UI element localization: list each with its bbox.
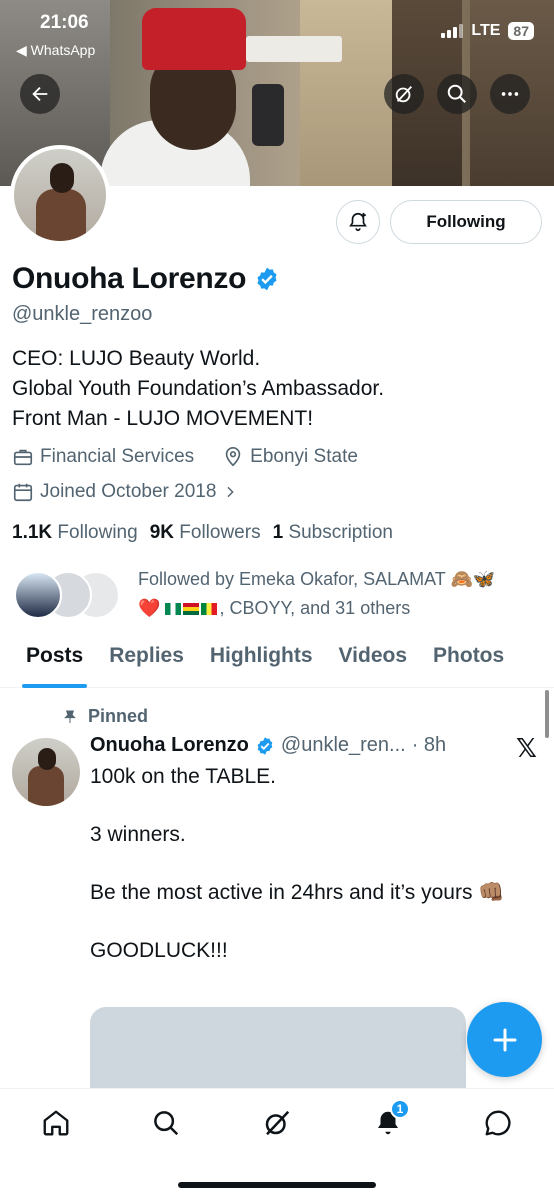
profile-avatar[interactable] [10, 145, 110, 245]
tab-posts[interactable]: Posts [21, 640, 88, 688]
avatar-head [50, 163, 74, 193]
followed-by-section[interactable]: Followed by Emeka Okafor, SALAMAT 🙈🦋 ❤️ … [12, 565, 542, 623]
profile-tabs: Posts Replies Highlights Videos Photos [0, 640, 554, 688]
profile-handle: @unkle_renzoo [12, 303, 153, 325]
pinned-label: Pinned [88, 706, 149, 726]
scrollbar[interactable] [545, 690, 549, 738]
avatar-suit [28, 766, 64, 806]
heart-icon: ❤️ [138, 598, 161, 618]
followers-label: Followers [179, 522, 261, 543]
tab-replies[interactable]: Replies [109, 640, 184, 688]
bio-line: CEO: LUJO Beauty World. [12, 347, 261, 370]
pin-icon [64, 710, 76, 723]
ghana-flag-icon [183, 603, 200, 616]
nigeria-flag-icon [165, 603, 182, 616]
avatar-suit [36, 189, 86, 241]
profile-meta-row: Financial Services Ebonyi State [12, 446, 380, 468]
post-header: Onuoha Lorenzo @unkle_ren... · 8h [90, 734, 446, 757]
grok-button[interactable] [384, 74, 424, 114]
search-icon [447, 84, 466, 103]
post-paragraph: Be the most active in 24hrs and it’s you… [90, 881, 505, 904]
x-logo-icon: 𝕏 [516, 734, 537, 764]
followed-by-text: Followed by Emeka Okafor, SALAMAT 🙈🦋 ❤️ … [138, 565, 548, 623]
status-bar: 21:06 ◀ WhatsApp LTE 87 [0, 0, 554, 60]
search-button[interactable] [437, 74, 477, 114]
post-body[interactable]: 100k on the TABLE. 3 winners. Be the mos… [90, 762, 530, 994]
verified-badge-icon[interactable] [254, 266, 280, 292]
following-button[interactable]: Following [390, 200, 542, 244]
nav-grok[interactable] [257, 1103, 297, 1143]
nav-search[interactable] [146, 1103, 186, 1143]
briefcase-icon [13, 449, 33, 466]
post-paragraph: 3 winners. [90, 823, 186, 846]
followed-by-line-1: Followed by Emeka Okafor, SALAMAT 🙈🦋 [138, 569, 496, 589]
verified-badge-icon [257, 736, 273, 755]
network-label: LTE [471, 22, 501, 39]
tab-videos[interactable]: Videos [339, 640, 407, 688]
pinned-indicator: Pinned [62, 706, 148, 727]
calendar-icon [13, 483, 33, 502]
profile-category-label: Financial Services [40, 446, 195, 467]
home-icon [43, 1110, 69, 1136]
following-count-link[interactable]: 1.1K Following [12, 522, 138, 544]
status-time: 21:06 [40, 12, 89, 33]
post-author-avatar[interactable] [12, 738, 80, 806]
more-dots-icon [501, 92, 519, 96]
tab-highlights[interactable]: Highlights [210, 640, 313, 688]
bio-line: Global Youth Foundation’s Ambassador. [12, 377, 385, 400]
follower-avatar [14, 571, 62, 619]
senegal-flag-icon [201, 603, 218, 616]
profile-name: Onuoha Lorenzo [12, 262, 247, 295]
profile-stats: 1.1K Following 9K Followers 1 Subscripti… [12, 522, 393, 544]
post-time: · 8h [411, 734, 447, 756]
post-paragraph: 100k on the TABLE. [90, 765, 277, 788]
more-options-button[interactable] [490, 74, 530, 114]
plus-icon [493, 1028, 516, 1051]
followed-by-line-2: ❤️ , CBOYY, and 31 others [138, 594, 548, 623]
bell-plus-icon [349, 212, 367, 232]
chevron-right-icon [227, 486, 235, 498]
notifications-subscribe-button[interactable] [336, 200, 380, 244]
subscription-label: Subscription [288, 522, 393, 543]
location-pin-icon [225, 447, 241, 467]
followers-count: 9K [149, 522, 174, 543]
profile-name-row: Onuoha Lorenzo [12, 262, 280, 296]
tab-photos[interactable]: Photos [433, 640, 504, 688]
profile-category: Financial Services [12, 446, 194, 468]
profile-location-label: Ebonyi State [250, 446, 358, 467]
battery-icon: 87 [508, 22, 534, 40]
arrow-left-icon [32, 86, 48, 102]
back-to-app-link[interactable]: ◀ WhatsApp [16, 42, 95, 59]
subscription-count: 1 [272, 522, 284, 543]
post-media[interactable] [90, 1007, 466, 1097]
followers-count-link[interactable]: 9K Followers [150, 522, 261, 544]
grok-icon [395, 86, 413, 103]
profile-bio: CEO: LUJO Beauty World. Global Youth Fou… [12, 344, 384, 434]
avatar-head [38, 748, 56, 770]
bio-line: Front Man - LUJO MOVEMENT! [12, 407, 314, 430]
nav-messages[interactable] [478, 1103, 518, 1143]
post-paragraph: GOODLUCK!!! [90, 939, 228, 962]
messages-icon [485, 1110, 511, 1136]
signal-icon [441, 24, 464, 38]
followed-by-others: , CBOYY, and 31 others [219, 598, 411, 618]
status-indicators: LTE 87 [441, 22, 534, 40]
compose-post-button[interactable] [467, 1002, 542, 1077]
home-indicator[interactable] [178, 1182, 376, 1188]
search-icon [154, 1111, 179, 1136]
nav-home[interactable] [36, 1103, 76, 1143]
profile-location: Ebonyi State [222, 446, 358, 468]
nav-notifications[interactable]: 1 [368, 1099, 410, 1143]
subscription-count-link[interactable]: 1 Subscription [273, 522, 393, 544]
back-button[interactable] [20, 74, 60, 114]
profile-joined-label: Joined October 2018 [40, 481, 217, 502]
banner-phone [252, 84, 284, 146]
following-label: Following [57, 522, 138, 543]
post-author-handle[interactable]: @unkle_ren... [281, 734, 406, 757]
grok-icon [265, 1110, 290, 1136]
notification-count-badge: 1 [390, 1099, 410, 1119]
post-author-name[interactable]: Onuoha Lorenzo [90, 734, 249, 757]
following-count: 1.1K [12, 522, 53, 543]
profile-joined-row[interactable]: Joined October 2018 [12, 481, 238, 503]
